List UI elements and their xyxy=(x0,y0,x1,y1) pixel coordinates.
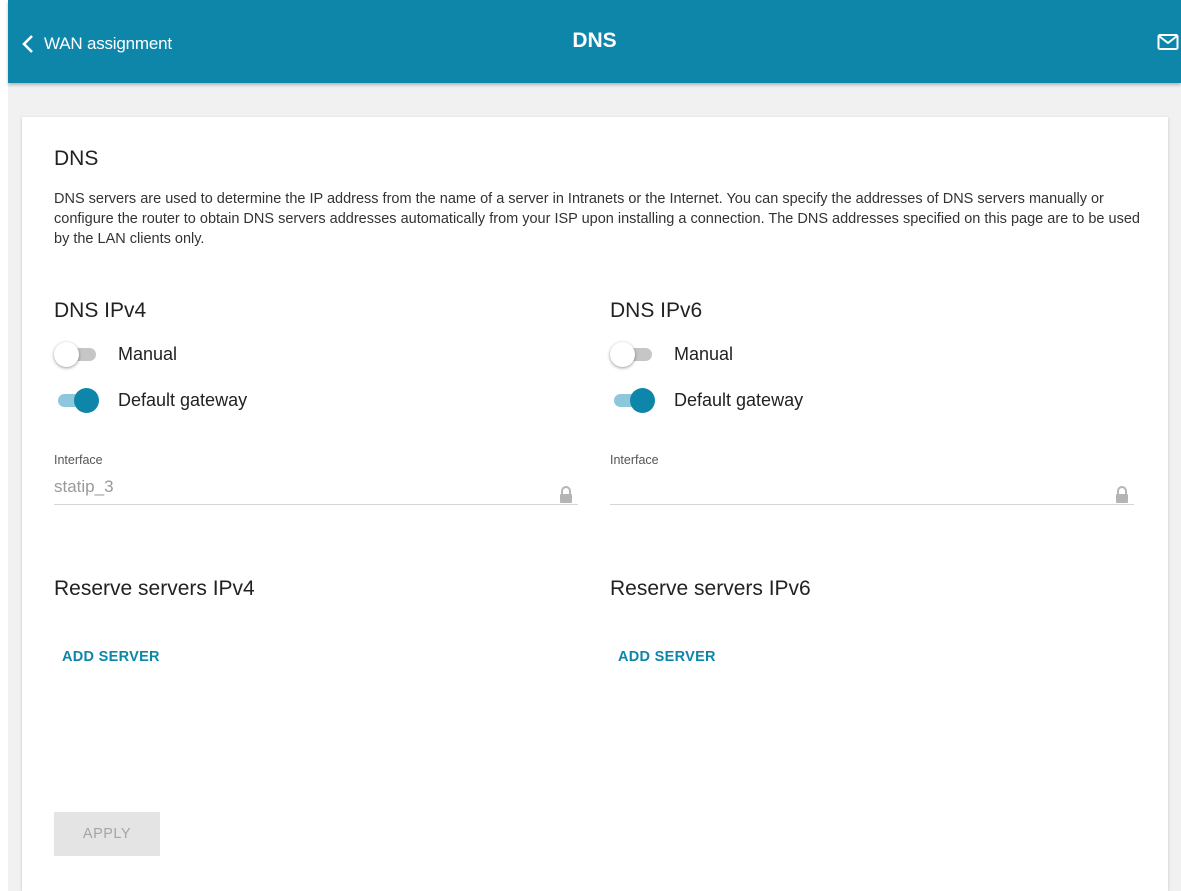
ipv6-interface-field: Interface xyxy=(610,453,1134,505)
lock-icon xyxy=(1116,486,1128,503)
ipv6-interface-label: Interface xyxy=(610,453,659,467)
ipv6-manual-label: Manual xyxy=(674,343,734,364)
ipv4-manual-switch[interactable] xyxy=(54,342,98,367)
ipv4-manual-toggle[interactable]: Manual xyxy=(54,339,574,369)
dns-ipv6-section: DNS IPv6 Manual Default gateway Interfac… xyxy=(610,299,1134,505)
apply-button[interactable]: APPLY xyxy=(54,812,160,856)
card-description: DNS servers are used to determine the IP… xyxy=(54,191,1140,247)
add-server-ipv6-button[interactable]: ADD SERVER xyxy=(618,649,716,665)
switch-knob xyxy=(630,388,655,413)
ipv6-interface-value xyxy=(610,475,1134,505)
dns-ipv6-title: DNS IPv6 xyxy=(610,299,703,322)
dns-ipv4-section: DNS IPv4 Manual Default gateway Interfac… xyxy=(54,299,578,505)
ipv4-interface-value: statip_3 xyxy=(54,475,578,505)
add-server-ipv4-button[interactable]: ADD SERVER xyxy=(62,649,160,665)
dns-ipv4-title: DNS IPv4 xyxy=(54,299,147,322)
switch-knob xyxy=(74,388,99,413)
switch-knob xyxy=(610,342,635,367)
mail-icon[interactable] xyxy=(1157,32,1179,52)
dns-card: DNS DNS servers are used to determine th… xyxy=(22,117,1168,891)
page-title: DNS xyxy=(572,29,617,52)
ipv4-interface-label: Interface xyxy=(54,453,103,467)
top-bar: WAN assignment DNS xyxy=(8,0,1181,83)
ipv4-default-gateway-switch[interactable] xyxy=(54,388,99,413)
card-title: DNS xyxy=(54,147,99,170)
app-frame: WAN assignment DNS DNS DNS servers are u… xyxy=(8,0,1181,891)
switch-knob xyxy=(54,342,79,367)
reserve-ipv6-title: Reserve servers IPv6 xyxy=(610,577,811,600)
reserve-ipv6-section: Reserve servers IPv6 ADD SERVER xyxy=(610,577,1130,666)
ipv4-default-gateway-label: Default gateway xyxy=(118,389,248,410)
ipv6-default-gateway-switch[interactable] xyxy=(610,388,655,413)
ipv6-manual-toggle[interactable]: Manual xyxy=(610,339,1130,369)
ipv6-default-gateway-toggle[interactable]: Default gateway xyxy=(610,385,1130,415)
reserve-ipv4-title: Reserve servers IPv4 xyxy=(54,577,255,600)
ipv4-interface-field: Interface statip_3 xyxy=(54,453,578,505)
ipv4-manual-label: Manual xyxy=(118,343,178,364)
ipv6-default-gateway-label: Default gateway xyxy=(674,389,804,410)
ipv6-manual-switch[interactable] xyxy=(610,342,654,367)
lock-icon xyxy=(560,486,572,503)
ipv4-default-gateway-toggle[interactable]: Default gateway xyxy=(54,385,574,415)
reserve-ipv4-section: Reserve servers IPv4 ADD SERVER xyxy=(54,577,574,666)
